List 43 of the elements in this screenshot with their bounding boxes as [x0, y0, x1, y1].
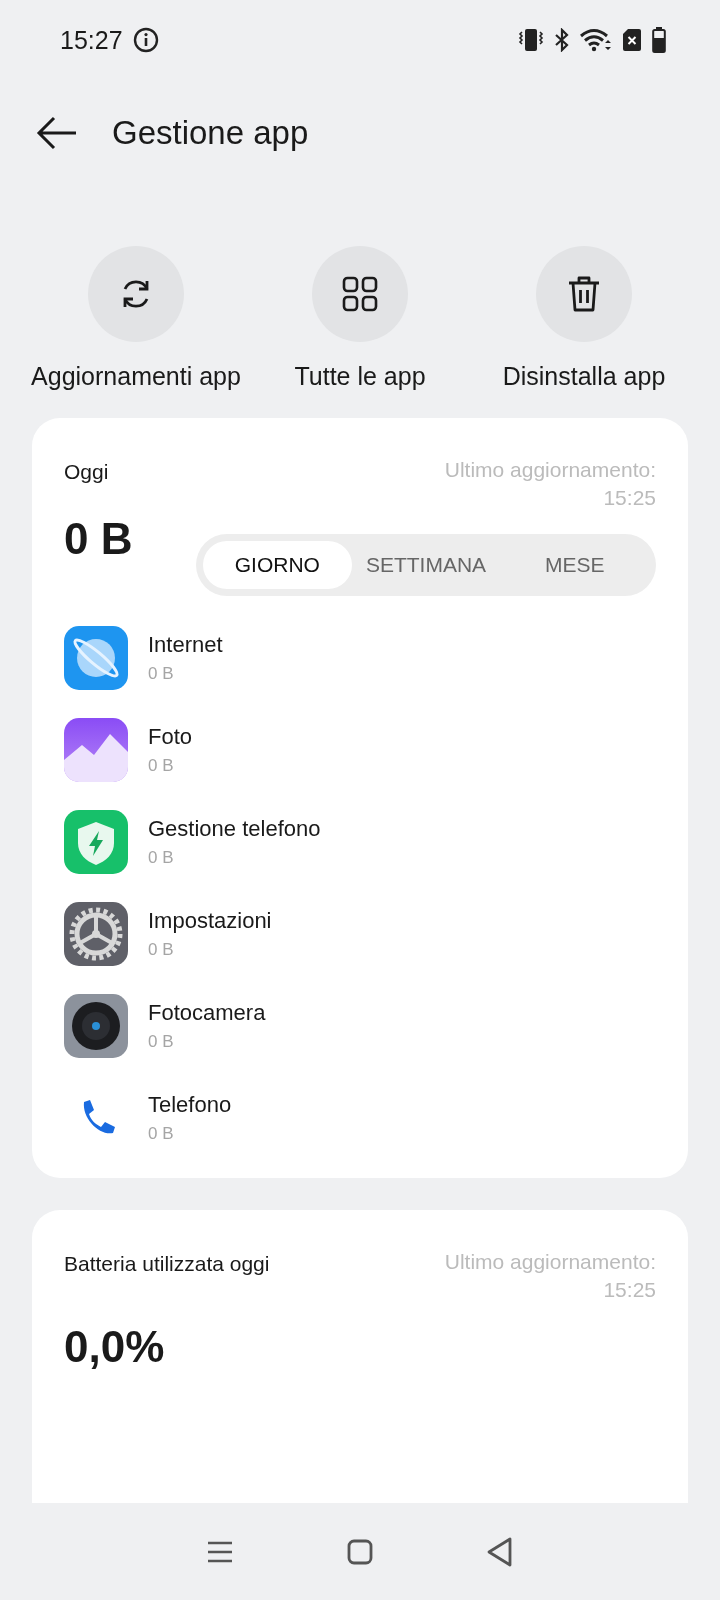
app-data-usage: 0 B [148, 664, 175, 684]
last-updated-text: Ultimo aggiornamento: 15:25 [443, 1249, 656, 1303]
home-square-icon[interactable] [347, 1538, 373, 1565]
period-tab[interactable]: MESE [500, 541, 649, 589]
bluetooth-icon [554, 28, 570, 52]
page-title: Gestione app [112, 114, 309, 152]
sim-card-icon [622, 28, 642, 52]
app-data-usage: 0 B [148, 1124, 175, 1144]
last-updated-text: Ultimo aggiornamento: 15:25 [443, 457, 656, 511]
back-arrow-icon[interactable] [36, 116, 78, 150]
mountains-icon [64, 718, 128, 782]
battery-percentage: 0,0% [64, 1322, 166, 1372]
app-name: Internet [148, 632, 223, 658]
card-title: Oggi [64, 459, 109, 484]
trash-icon [567, 275, 601, 313]
total-usage: 0 B [64, 514, 133, 564]
app-name: Impostazioni [148, 908, 272, 934]
camera-lens-icon [64, 994, 128, 1058]
app-data-usage: 0 B [148, 756, 175, 776]
shield-icon [64, 810, 128, 874]
gear-icon [64, 902, 128, 966]
app-name: Gestione telefono [148, 816, 321, 842]
card-title: Batteria utilizzata oggi [64, 1251, 270, 1276]
vibrate-icon [518, 28, 544, 52]
action-label: Aggiornamenti app [31, 361, 241, 392]
app-name: Telefono [148, 1092, 232, 1118]
menu-icon[interactable] [207, 1539, 233, 1564]
back-triangle-icon[interactable] [487, 1536, 513, 1567]
action-label: Disinstalla app [502, 361, 666, 392]
period-tab[interactable]: SETTIMANA [351, 541, 501, 589]
planet-icon [64, 626, 128, 690]
grid-icon [342, 276, 378, 312]
wifi-icon [580, 28, 612, 52]
period-tab[interactable]: GIORNO [203, 541, 352, 589]
battery-icon [652, 27, 666, 53]
app-data-usage: 0 B [148, 848, 175, 868]
app-name: Fotocamera [148, 1000, 266, 1026]
app-name: Foto [148, 724, 193, 750]
app-data-usage: 0 B [148, 1032, 175, 1052]
app-data-usage: 0 B [148, 940, 175, 960]
clock-time: 15:27 [60, 25, 123, 55]
action-label: Tutte le app [294, 361, 426, 392]
info-icon [132, 27, 159, 53]
